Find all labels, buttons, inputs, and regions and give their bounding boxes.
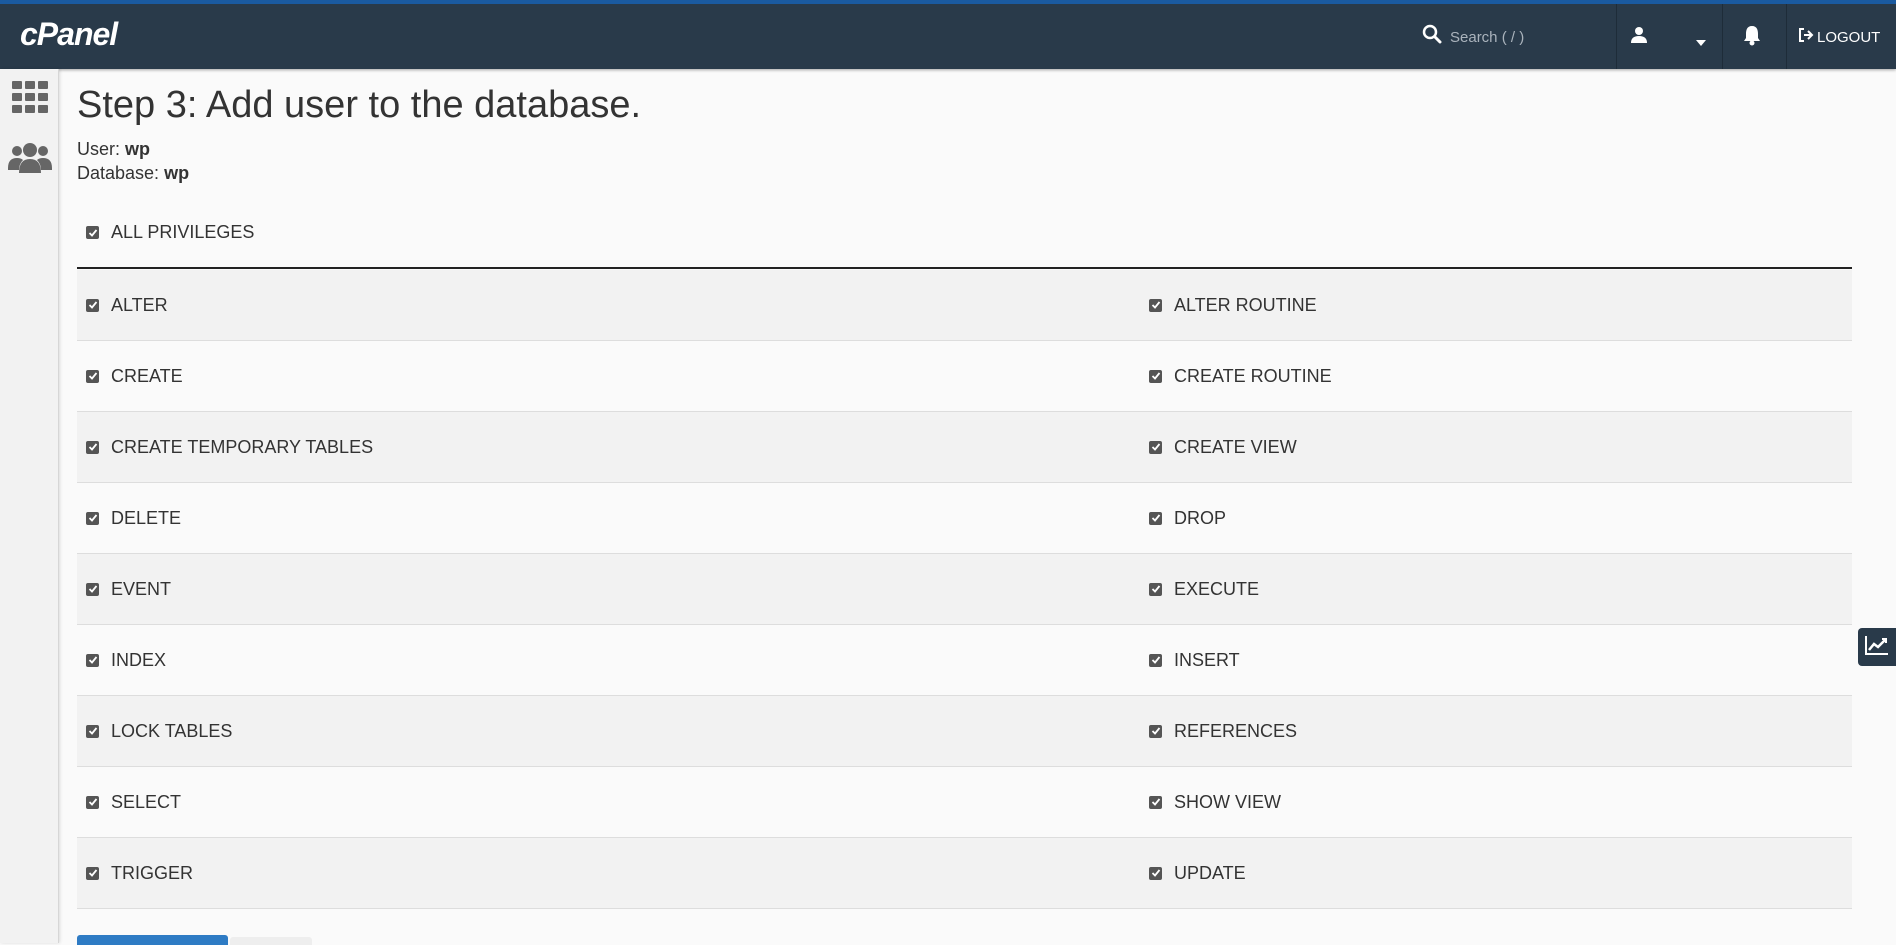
grid-icon[interactable] <box>12 81 48 118</box>
privilege-checkbox[interactable]: CREATE <box>86 341 183 411</box>
checkbox-checked-icon[interactable] <box>86 369 99 383</box>
navbar-divider <box>1786 4 1787 69</box>
checkbox-checked-icon[interactable] <box>1149 724 1162 738</box>
navbar-divider <box>1722 4 1723 69</box>
privilege-label: CREATE ROUTINE <box>1174 365 1332 386</box>
user-value: wp <box>125 139 151 159</box>
bell-icon[interactable] <box>1742 24 1762 51</box>
privilege-checkbox[interactable]: ALTER <box>86 270 168 340</box>
checkbox-checked-icon[interactable] <box>1149 440 1162 454</box>
search-icon[interactable] <box>1422 24 1442 49</box>
privilege-checkbox[interactable]: DROP <box>1149 483 1226 553</box>
checkbox-checked-icon[interactable] <box>1149 369 1162 383</box>
all-privileges-label: ALL PRIVILEGES <box>111 222 255 242</box>
privilege-checkbox[interactable]: SELECT <box>86 767 181 837</box>
privilege-label: CREATE TEMPORARY TABLES <box>111 436 374 457</box>
table-row: CREATE CREATE ROUTINE <box>77 341 1852 412</box>
logout-label: LOGOUT <box>1817 28 1881 46</box>
checkbox-checked-icon[interactable] <box>1149 866 1162 880</box>
privilege-checkbox[interactable]: INDEX <box>86 625 166 695</box>
reset-button[interactable] <box>230 937 312 945</box>
search-input[interactable] <box>1448 22 1602 52</box>
privilege-label: LOCK TABLES <box>111 720 233 741</box>
privilege-label: INDEX <box>111 649 167 670</box>
checkbox-checked-icon[interactable] <box>1149 582 1162 596</box>
privilege-checkbox[interactable]: CREATE VIEW <box>1149 412 1297 482</box>
table-row: EVENT EXECUTE <box>77 554 1852 625</box>
user-icon[interactable] <box>1630 26 1648 49</box>
privilege-checkbox[interactable]: INSERT <box>1149 625 1240 695</box>
checkbox-checked-icon[interactable] <box>86 511 99 525</box>
privilege-checkbox[interactable]: EXECUTE <box>1149 554 1259 624</box>
checkbox-checked-icon[interactable] <box>86 440 99 454</box>
privilege-checkbox[interactable]: EVENT <box>86 554 171 624</box>
privilege-checkbox[interactable]: ALTER ROUTINE <box>1149 270 1317 340</box>
privilege-label: UPDATE <box>1174 862 1246 883</box>
chevron-down-icon[interactable] <box>1695 34 1707 52</box>
table-row: INDEX INSERT <box>77 625 1852 696</box>
privilege-checkbox[interactable]: TRIGGER <box>86 838 193 908</box>
checkbox-checked-icon[interactable] <box>86 866 99 880</box>
privilege-label: EXECUTE <box>1174 578 1260 599</box>
table-row: LOCK TABLES REFERENCES <box>77 696 1852 767</box>
top-navbar: cPanel LOGOUT <box>0 0 1896 69</box>
privilege-label: DELETE <box>111 507 182 528</box>
database-label: Database: <box>77 163 160 183</box>
checkbox-checked-icon[interactable] <box>1149 795 1162 809</box>
privilege-label: EVENT <box>111 578 172 599</box>
navbar-divider <box>1616 4 1617 69</box>
checkbox-checked-icon[interactable] <box>86 795 99 809</box>
checkbox-checked-icon[interactable] <box>86 226 99 239</box>
page-title: Step 3: Add user to the database. <box>77 84 642 126</box>
privilege-label: INSERT <box>1174 649 1240 670</box>
logout-button[interactable]: LOGOUT <box>1798 28 1880 46</box>
checkbox-checked-icon[interactable] <box>86 653 99 667</box>
checkbox-checked-icon[interactable] <box>1149 511 1162 525</box>
cpanel-logo[interactable]: cPanel <box>20 16 118 53</box>
user-label: User: <box>77 139 121 159</box>
privileges-divider <box>77 267 1852 269</box>
table-row: DELETE DROP <box>77 483 1852 554</box>
privilege-label: TRIGGER <box>111 862 194 883</box>
privilege-checkbox[interactable]: SHOW VIEW <box>1149 767 1281 837</box>
checkbox-checked-icon[interactable] <box>86 582 99 596</box>
checkbox-checked-icon[interactable] <box>86 298 99 312</box>
user-line: User: wp <box>77 139 150 160</box>
checkbox-checked-icon[interactable] <box>1149 653 1162 667</box>
privilege-checkbox[interactable]: REFERENCES <box>1149 696 1297 766</box>
table-row: CREATE TEMPORARY TABLES CREATE VIEW <box>77 412 1852 483</box>
checkbox-checked-icon[interactable] <box>1149 298 1162 312</box>
privilege-checkbox[interactable]: UPDATE <box>1149 838 1246 908</box>
privilege-label: ALTER <box>111 294 168 315</box>
privilege-label: CREATE <box>111 365 183 386</box>
make-changes-button[interactable] <box>77 935 228 945</box>
privilege-checkbox[interactable]: LOCK TABLES <box>86 696 232 766</box>
stats-toggle-button[interactable] <box>1858 628 1896 666</box>
privilege-checkbox[interactable]: CREATE TEMPORARY TABLES <box>86 412 373 482</box>
privilege-label: SELECT <box>111 791 182 812</box>
privilege-checkbox[interactable]: DELETE <box>86 483 181 553</box>
all-privileges-checkbox[interactable]: ALL PRIVILEGES <box>86 222 254 243</box>
users-icon[interactable] <box>8 142 52 179</box>
chart-line-icon <box>1865 635 1889 660</box>
privilege-label: CREATE VIEW <box>1174 436 1297 457</box>
database-line: Database: wp <box>77 163 189 184</box>
privilege-label: SHOW VIEW <box>1174 791 1281 812</box>
privilege-label: DROP <box>1174 507 1227 528</box>
privileges-table: ALTER ALTER ROUTINE CREATE CREATE ROUTINE CR… <box>77 270 1852 909</box>
privilege-label: ALTER ROUTINE <box>1174 294 1317 315</box>
sidebar <box>0 69 59 943</box>
privilege-label: REFERENCES <box>1174 720 1298 741</box>
table-row: SELECT SHOW VIEW <box>77 767 1852 838</box>
database-value: wp <box>164 163 190 183</box>
table-row: ALTER ALTER ROUTINE <box>77 270 1852 341</box>
table-row: TRIGGER UPDATE <box>77 838 1852 909</box>
logout-icon <box>1798 28 1814 46</box>
privilege-checkbox[interactable]: CREATE ROUTINE <box>1149 341 1332 411</box>
checkbox-checked-icon[interactable] <box>86 724 99 738</box>
